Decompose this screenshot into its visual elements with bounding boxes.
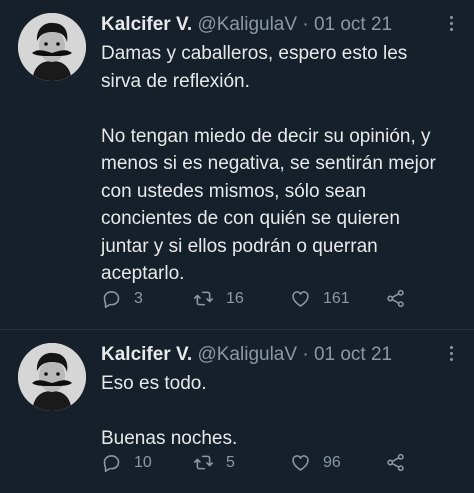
text-line: Eso es todo.	[101, 373, 207, 394]
more-icon[interactable]	[450, 16, 454, 31]
author-name[interactable]: Kalcifer V.	[101, 14, 192, 35]
text-line: sirva de reflexión.	[101, 70, 250, 92]
retweet-button[interactable]: 16	[193, 288, 290, 309]
tweet[interactable]: Kalcifer V. @KaligulaV · 01 oct 21 Damas…	[0, 0, 474, 330]
share-icon	[387, 289, 404, 308]
share-button[interactable]	[385, 452, 406, 473]
retweet-button[interactable]: 5	[193, 452, 290, 473]
text-line: Damas y caballeros, espero esto les	[101, 43, 408, 64]
tweet-header: Kalcifer V. @KaligulaV · 01 oct 21	[101, 342, 434, 368]
text-line: aceptarlo.	[101, 263, 185, 284]
text-line: No tengan miedo de decir su opinión, y	[101, 125, 431, 147]
like-button[interactable]: 96	[290, 452, 385, 473]
tweet-actions: 3 16 161	[101, 288, 418, 309]
tweet-text: Damas y caballeros, espero esto les sirv…	[101, 40, 454, 288]
avatar[interactable]	[18, 343, 86, 411]
more-icon[interactable]	[450, 346, 454, 361]
tweet-date[interactable]: 01 oct 21	[314, 14, 392, 35]
like-button[interactable]: 161	[290, 288, 385, 309]
reply-icon	[103, 291, 120, 309]
tweet[interactable]: Kalcifer V. @KaligulaV · 01 oct 21 Eso e…	[0, 330, 474, 493]
reply-count: 3	[134, 289, 143, 307]
like-count: 96	[323, 453, 341, 471]
separator: ·	[302, 14, 309, 35]
text-line: Buenas noches.	[101, 428, 238, 449]
author-handle[interactable]: @KaligulaV	[197, 14, 297, 35]
author-name[interactable]: Kalcifer V.	[101, 344, 192, 365]
tweet-header: Kalcifer V. @KaligulaV · 01 oct 21	[101, 12, 434, 38]
tweet-text: Eso es todo. Buenas noches.	[101, 370, 454, 453]
retweet-count: 5	[226, 453, 235, 471]
text-line: con ustedes mismos, sólo sean	[101, 180, 367, 202]
share-button[interactable]	[385, 288, 406, 309]
tweet-date[interactable]: 01 oct 21	[314, 344, 392, 365]
retweet-count: 16	[226, 289, 244, 307]
author-handle[interactable]: @KaligulaV	[197, 344, 297, 365]
text-line: menos si es negativa, se sentirán mejor	[101, 153, 436, 174]
reply-count: 10	[134, 453, 152, 471]
share-icon	[387, 453, 404, 472]
reply-button[interactable]: 10	[101, 452, 193, 473]
text-line: juntar y si ellos podrán o querran	[101, 235, 378, 257]
heart-icon	[292, 455, 309, 471]
heart-icon	[292, 291, 309, 307]
retweet-icon	[193, 291, 214, 306]
separator: ·	[302, 344, 309, 365]
avatar[interactable]	[18, 13, 86, 81]
reply-icon	[103, 455, 120, 473]
reply-button[interactable]: 3	[101, 288, 193, 309]
retweet-icon	[193, 455, 214, 470]
tweet-actions: 10 5 96	[101, 452, 418, 473]
like-count: 161	[323, 289, 350, 307]
text-line: concientes de con quién se quieren	[101, 208, 400, 229]
